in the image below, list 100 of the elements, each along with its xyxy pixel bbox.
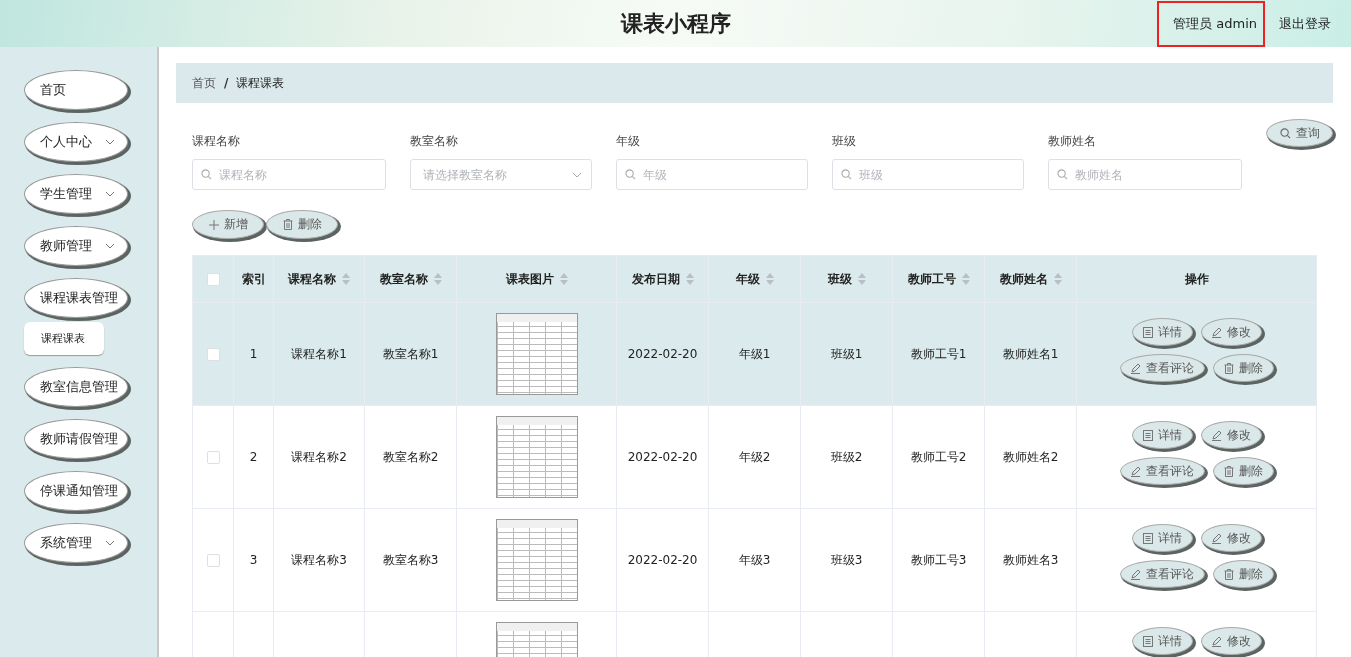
comment-button[interactable]: 查看评论: [1119, 560, 1205, 588]
sort-icon[interactable]: [1053, 273, 1062, 285]
menu-item[interactable]: 教师管理: [24, 226, 128, 266]
table-cell: 1: [249, 347, 258, 361]
delete-button[interactable]: 删除: [1212, 560, 1274, 588]
table-cell: 教师工号1: [910, 346, 967, 361]
document-icon: [1142, 326, 1153, 338]
select-all-checkbox[interactable]: [206, 273, 220, 286]
add-button[interactable]: 新增: [192, 210, 264, 239]
table-cell: 2022-02-20: [627, 553, 698, 567]
table-cell: 2022-02-20: [627, 347, 698, 361]
table-cell: 3: [249, 553, 258, 567]
table-cell: 课程名称2: [291, 449, 347, 464]
table-cell: 课程名称1: [291, 346, 347, 361]
column-header: 教师工号: [907, 270, 956, 288]
menu-item[interactable]: 课程课表管理: [24, 278, 128, 318]
sort-icon[interactable]: [559, 273, 568, 285]
edit-button[interactable]: 修改: [1200, 421, 1262, 449]
menu-item[interactable]: 停课通知管理: [24, 471, 128, 511]
table-cell: 教室名称2: [382, 449, 439, 464]
pencil-icon: [1211, 532, 1222, 544]
select-field[interactable]: 请选择教室名称: [410, 159, 592, 190]
breadcrumb-item[interactable]: 课程课表: [236, 74, 285, 92]
document-icon: [1142, 635, 1153, 647]
filter-label: 班级: [832, 133, 857, 150]
document-icon: [1142, 532, 1153, 544]
search-button[interactable]: 查询: [1266, 119, 1333, 147]
chevron-icon: [572, 172, 582, 178]
detail-button[interactable]: 详情: [1131, 421, 1193, 449]
table-cell: 年级1: [738, 346, 771, 361]
column-header: 班级: [827, 270, 852, 288]
pencil-icon: [1211, 635, 1222, 647]
pencil-icon: [1211, 429, 1222, 441]
menu-item[interactable]: 个人中心: [24, 122, 128, 162]
table-cell: 教师工号2: [910, 449, 967, 464]
column-header: 课程名称: [288, 270, 336, 288]
table-cell: 教师姓名1: [1002, 346, 1059, 361]
menu-item[interactable]: 系统管理: [24, 523, 128, 563]
column-header: 索引: [241, 270, 266, 288]
filter-label: 年级: [616, 133, 641, 150]
column-header: 操作: [1184, 270, 1209, 288]
comment-button[interactable]: 查看评论: [1119, 354, 1205, 382]
search-field[interactable]: 年级: [616, 159, 808, 190]
table-cell: 班级2: [830, 449, 863, 464]
search-field[interactable]: 班级: [832, 159, 1024, 190]
row-checkbox[interactable]: [206, 554, 220, 567]
table-cell: 2: [249, 450, 258, 464]
chevron-icon: [105, 540, 115, 546]
search-field[interactable]: 课程名称: [192, 159, 386, 190]
edit-button[interactable]: 修改: [1200, 524, 1262, 552]
trash-icon: [1223, 465, 1234, 477]
chevron-icon: [105, 139, 115, 145]
row-checkbox[interactable]: [206, 348, 220, 361]
sort-icon[interactable]: [765, 273, 774, 285]
edit-button[interactable]: 修改: [1200, 318, 1262, 346]
user-label: 管理员 admin: [1157, 0, 1265, 47]
pencil-icon: [1130, 465, 1141, 477]
table-cell: 教师工号3: [910, 552, 967, 567]
filter-label: 教师姓名: [1048, 133, 1097, 150]
logout-link[interactable]: 退出登录: [1279, 14, 1331, 33]
table-cell: 2022-02-20: [627, 450, 698, 464]
delete-button[interactable]: 删除: [1212, 457, 1274, 485]
menu-item[interactable]: 学生管理: [24, 174, 128, 214]
table-cell: 年级3: [738, 552, 771, 567]
detail-button[interactable]: 详情: [1131, 318, 1193, 346]
menu-item[interactable]: 教室信息管理: [24, 367, 128, 407]
sort-icon[interactable]: [961, 273, 970, 285]
search-icon: [1057, 169, 1068, 180]
column-header: 课表图片: [505, 270, 554, 288]
column-header: 发布日期: [631, 270, 680, 288]
filter-label: 教室名称: [410, 133, 459, 150]
pencil-icon: [1130, 568, 1141, 580]
table-cell: 教师姓名2: [1002, 449, 1059, 464]
sort-icon[interactable]: [685, 273, 694, 285]
detail-button[interactable]: 详情: [1131, 627, 1193, 655]
breadcrumb-item[interactable]: 首页: [192, 74, 216, 92]
search-field[interactable]: 教师姓名: [1048, 159, 1242, 190]
pencil-icon: [1211, 326, 1222, 338]
menu-item[interactable]: 首页: [24, 70, 128, 110]
delete-button[interactable]: 删除: [266, 210, 338, 239]
table-cell: 教室名称3: [382, 552, 439, 567]
sort-icon[interactable]: [857, 273, 866, 285]
comment-button[interactable]: 查看评论: [1119, 457, 1205, 485]
menu-item[interactable]: 教师请假管理: [24, 419, 128, 459]
chevron-icon: [105, 243, 115, 249]
row-checkbox[interactable]: [206, 451, 220, 464]
sort-icon[interactable]: [342, 273, 350, 285]
submenu-item[interactable]: 课程课表: [24, 322, 104, 355]
plus-icon: [208, 219, 219, 230]
delete-button[interactable]: 删除: [1212, 354, 1274, 382]
table-cell: 教室名称1: [382, 346, 439, 361]
trash-icon: [1223, 568, 1234, 580]
detail-button[interactable]: 详情: [1131, 524, 1193, 552]
pencil-icon: [1130, 362, 1141, 374]
sort-icon[interactable]: [433, 273, 442, 285]
edit-button[interactable]: 修改: [1200, 627, 1262, 655]
table-cell: 教师姓名3: [1002, 552, 1059, 567]
table-cell: 班级3: [830, 552, 863, 567]
column-header: 教师姓名: [999, 270, 1048, 288]
table-cell: 课程名称3: [291, 552, 347, 567]
